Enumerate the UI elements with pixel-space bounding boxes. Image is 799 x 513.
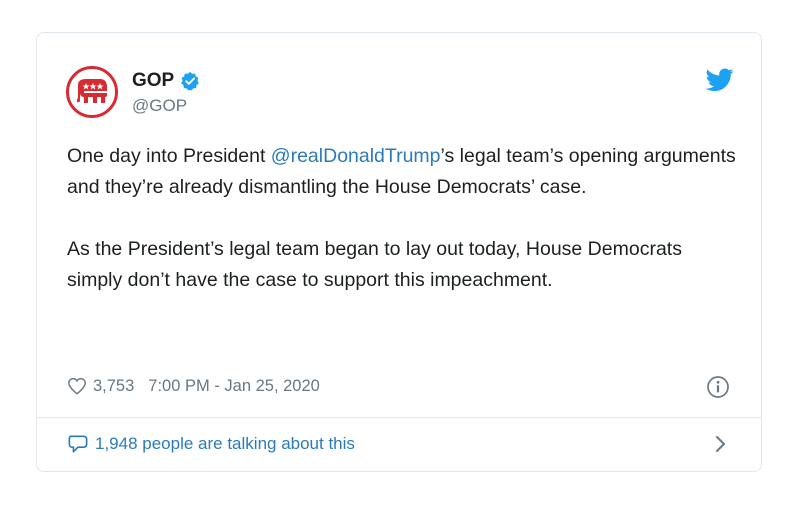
tweet-card: GOP @GOP One day into President @realDon… xyxy=(36,32,762,472)
tweet-paragraph-2: As the President’s legal team began to l… xyxy=(67,238,682,291)
mention-link[interactable]: @realDonaldTrump xyxy=(271,145,441,167)
speech-bubble-icon xyxy=(68,435,88,453)
divider xyxy=(37,417,761,418)
verified-badge-icon xyxy=(181,71,200,91)
text-segment: One day into President xyxy=(67,145,271,167)
timestamp[interactable]: 7:00 PM - Jan 25, 2020 xyxy=(148,375,320,397)
elephant-icon xyxy=(77,79,107,103)
author-name-row[interactable]: GOP xyxy=(132,70,200,92)
tweet-meta: 3,753 7:00 PM - Jan 25, 2020 xyxy=(67,375,320,397)
avatar[interactable] xyxy=(66,66,118,118)
conversation-link[interactable]: 1,948 people are talking about this xyxy=(67,433,355,455)
like-count[interactable]: 3,753 xyxy=(93,375,134,397)
author-handle[interactable]: @GOP xyxy=(132,95,187,117)
info-icon[interactable] xyxy=(706,375,730,399)
author-name[interactable]: GOP xyxy=(132,70,174,92)
twitter-bird-icon[interactable] xyxy=(706,68,734,92)
chevron-right-icon[interactable] xyxy=(714,435,728,453)
conversation-count-text[interactable]: 1,948 people are talking about this xyxy=(95,433,355,455)
tweet-text: One day into President @realDonaldTrump’… xyxy=(67,141,737,296)
tweet-paragraph-1: One day into President @realDonaldTrump’… xyxy=(67,141,737,203)
heart-icon[interactable] xyxy=(67,377,87,395)
